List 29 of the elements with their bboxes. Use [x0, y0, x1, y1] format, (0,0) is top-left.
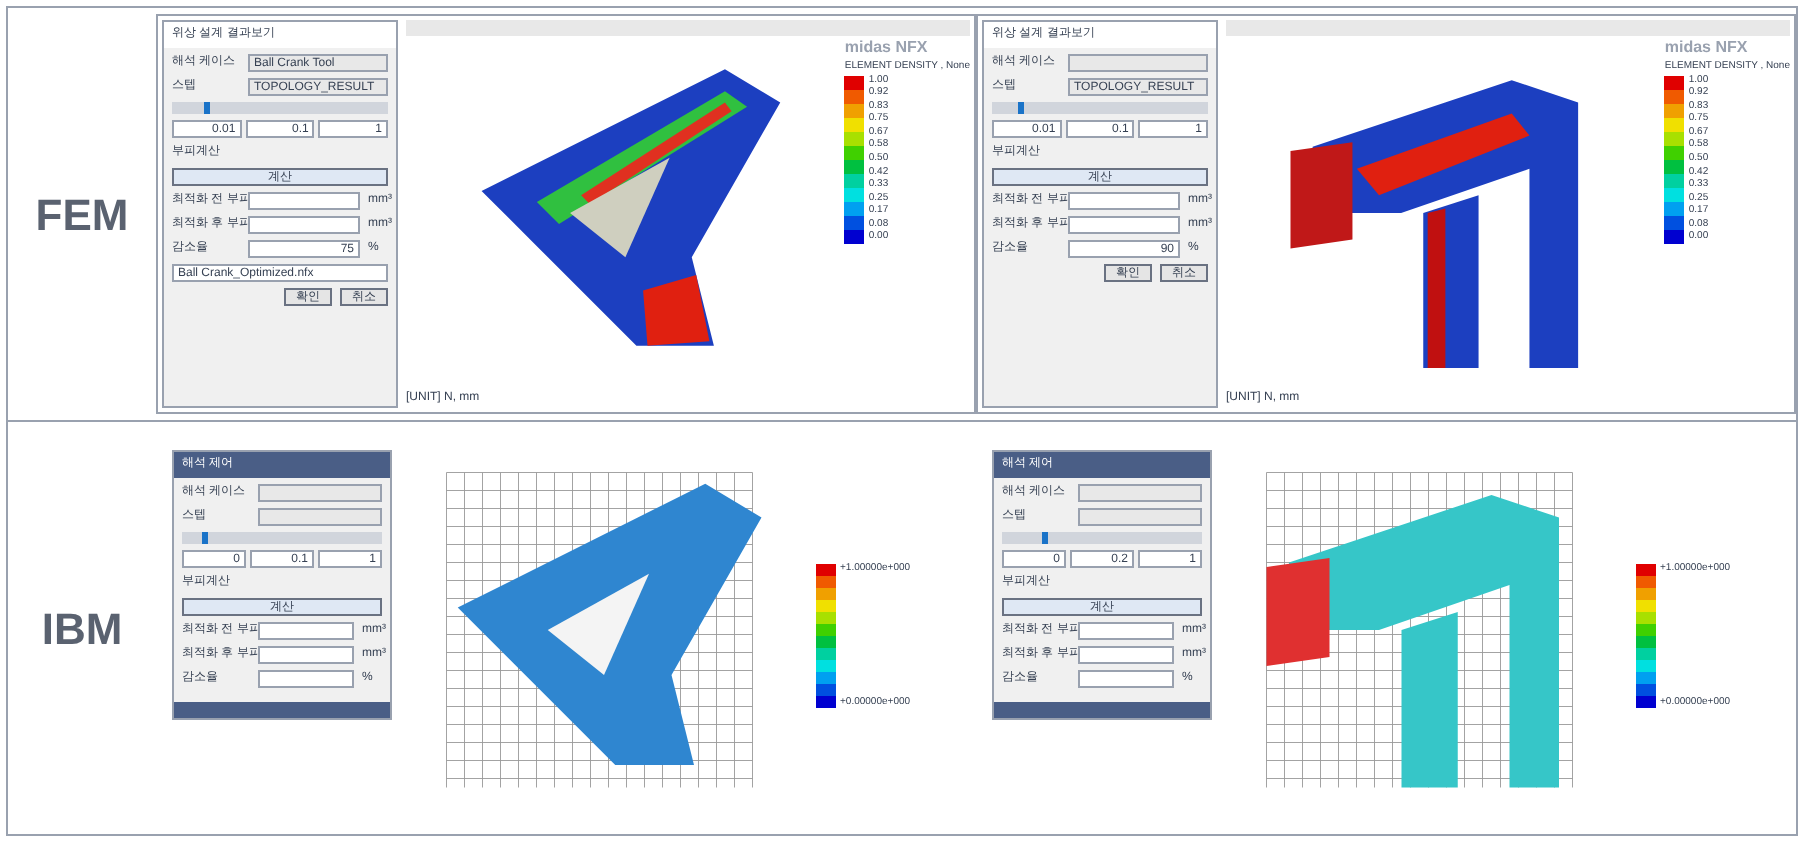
result-field	[258, 645, 354, 663]
color-scale-bar	[1636, 564, 1656, 708]
slider-thumb[interactable]	[202, 531, 208, 543]
result-field	[1078, 645, 1174, 663]
slider-thumb[interactable]	[1017, 102, 1024, 114]
slider-track[interactable]	[992, 102, 1208, 114]
result-field	[258, 621, 354, 639]
row-label: IBM	[39, 601, 125, 657]
result-field	[1068, 216, 1180, 234]
result-field	[1068, 192, 1180, 210]
slider-track[interactable]	[172, 102, 388, 114]
dropdown-field[interactable]	[258, 507, 382, 525]
color-scale-bar	[816, 564, 836, 708]
result-field	[248, 216, 360, 234]
slider-track[interactable]	[182, 531, 382, 543]
logo-label: midas NFX	[1664, 36, 1750, 60]
dropdown-field[interactable]	[258, 483, 382, 501]
result-field	[1078, 621, 1174, 639]
dropdown-field[interactable]	[1068, 54, 1208, 72]
result-field	[258, 669, 354, 687]
slider-track[interactable]	[1002, 531, 1202, 543]
slider-thumb[interactable]	[1042, 531, 1048, 543]
result-field	[1078, 669, 1174, 687]
dropdown-field[interactable]	[1078, 483, 1202, 501]
logo-label: midas NFX	[844, 36, 930, 60]
row-label: FEM	[33, 187, 131, 243]
dropdown-field[interactable]	[1078, 507, 1202, 525]
result-field	[248, 192, 360, 210]
slider-thumb[interactable]	[204, 102, 211, 114]
